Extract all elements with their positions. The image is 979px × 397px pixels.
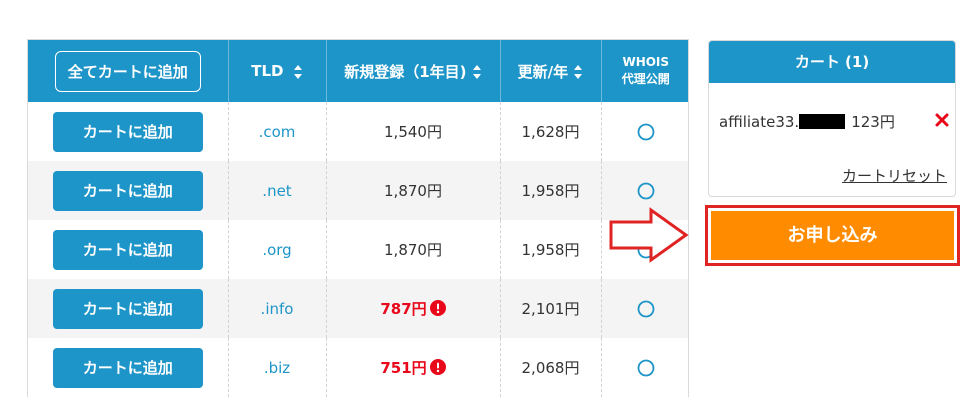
new-registration-price: 787円 (380, 300, 427, 318)
new-price-cell: 1,540円 (326, 102, 501, 161)
table-row: カートに追加 .net 1,870円 1,958円 (28, 161, 688, 220)
cart-item-price: 123円 (851, 113, 895, 131)
cart-item-domain: affiliate33. (719, 113, 800, 131)
tld-cell: .org (228, 220, 327, 279)
new-price-cell: 1,870円 (326, 161, 501, 220)
table-row: カートに追加 .org 1,870円 1,958円 (28, 220, 688, 279)
whois-header-line2: 代理公開 (621, 72, 670, 86)
add-all-header: 全てカートに追加 (28, 40, 229, 102)
table-row: カートに追加 .info 787円 2,101円 (28, 279, 688, 338)
tld-cell: .com (228, 102, 327, 161)
add-to-cart-cell: カートに追加 (28, 338, 229, 397)
whois-cell (601, 338, 688, 397)
tld-name: .biz (263, 358, 291, 377)
add-all-to-cart-button[interactable]: 全てカートに追加 (54, 50, 201, 92)
add-to-cart-cell: カートに追加 (28, 220, 229, 279)
tld-name: .info (260, 299, 294, 318)
tld-name: .org (262, 240, 292, 259)
right-arrow-icon (609, 207, 689, 263)
tld-header-label: TLD (251, 62, 284, 80)
table-row: カートに追加 .com 1,540円 1,628円 (28, 102, 688, 161)
circle-icon (637, 300, 655, 318)
add-to-cart-button[interactable]: カートに追加 (52, 288, 203, 329)
add-to-cart-button[interactable]: カートに追加 (52, 111, 203, 152)
new-registration-price: 751円 (380, 359, 427, 377)
cart-panel: カート (1) affiliate33. 123円 カートリセット (708, 40, 956, 197)
renewal-price: 2,068円 (521, 359, 580, 377)
add-to-cart-button[interactable]: カートに追加 (52, 229, 203, 270)
tld-column-header[interactable]: TLD (228, 40, 327, 102)
tld-name: .net (262, 181, 292, 200)
new-price-cell: 1,870円 (326, 220, 501, 279)
add-to-cart-cell: カートに追加 (28, 102, 229, 161)
new-registration-price: 1,870円 (384, 241, 442, 259)
whois-column-header: WHOIS 代理公開 (601, 40, 688, 102)
whois-cell (601, 102, 688, 161)
remove-item-icon[interactable] (935, 113, 949, 127)
cart-title: カート (1) (709, 41, 955, 83)
circle-icon (637, 359, 655, 377)
cart-reset-link[interactable]: カートリセット (842, 165, 947, 186)
renewal-price-cell: 1,958円 (500, 161, 602, 220)
domain-price-table: 全てカートに追加 TLD 新規登録（1年目) 更新/年 WHOIS 代理公開 カ… (27, 39, 689, 397)
new-registration-price: 1,540円 (384, 123, 442, 141)
new-price-cell: 751円 (326, 338, 501, 397)
renewal-price: 1,628円 (521, 123, 580, 141)
sort-icon[interactable] (573, 64, 583, 80)
renewal-price-cell: 2,101円 (500, 279, 602, 338)
tld-cell: .info (228, 279, 327, 338)
renewal-price-cell: 2,068円 (500, 338, 602, 397)
sort-icon[interactable] (293, 64, 303, 80)
apply-highlight-frame: お申し込み (705, 205, 960, 266)
whois-cell (601, 279, 688, 338)
tld-name: .com (258, 122, 296, 141)
renewal-price: 1,958円 (521, 241, 580, 259)
add-to-cart-cell: カートに追加 (28, 279, 229, 338)
circle-icon (637, 123, 655, 141)
new-registration-price: 1,870円 (384, 182, 442, 200)
add-to-cart-button[interactable]: カートに追加 (52, 347, 203, 388)
renewal-price: 2,101円 (521, 300, 580, 318)
warning-icon (429, 300, 446, 316)
renewal-price-cell: 1,958円 (500, 220, 602, 279)
renewal-price: 1,958円 (521, 182, 580, 200)
whois-header-line1: WHOIS (622, 55, 670, 69)
new-registration-column-header[interactable]: 新規登録（1年目) (326, 40, 501, 102)
cart-item: affiliate33. 123円 (719, 111, 949, 132)
tld-cell: .net (228, 161, 327, 220)
renewal-column-header[interactable]: 更新/年 (500, 40, 602, 102)
redacted-domain-mask (799, 113, 846, 129)
table-header-row: 全てカートに追加 TLD 新規登録（1年目) 更新/年 WHOIS 代理公開 (28, 40, 688, 102)
apply-button[interactable]: お申し込み (711, 211, 954, 260)
new-price-cell: 787円 (326, 279, 501, 338)
renewal-header-label: 更新/年 (517, 62, 569, 81)
circle-icon (637, 182, 655, 200)
warning-icon (429, 359, 446, 375)
sort-icon[interactable] (472, 64, 482, 80)
table-row: カートに追加 .biz 751円 2,068円 (28, 338, 688, 397)
tld-cell: .biz (228, 338, 327, 397)
add-to-cart-button[interactable]: カートに追加 (52, 170, 203, 211)
add-to-cart-cell: カートに追加 (28, 161, 229, 220)
renewal-price-cell: 1,628円 (500, 102, 602, 161)
new-registration-header-label: 新規登録（1年目) (344, 62, 467, 81)
